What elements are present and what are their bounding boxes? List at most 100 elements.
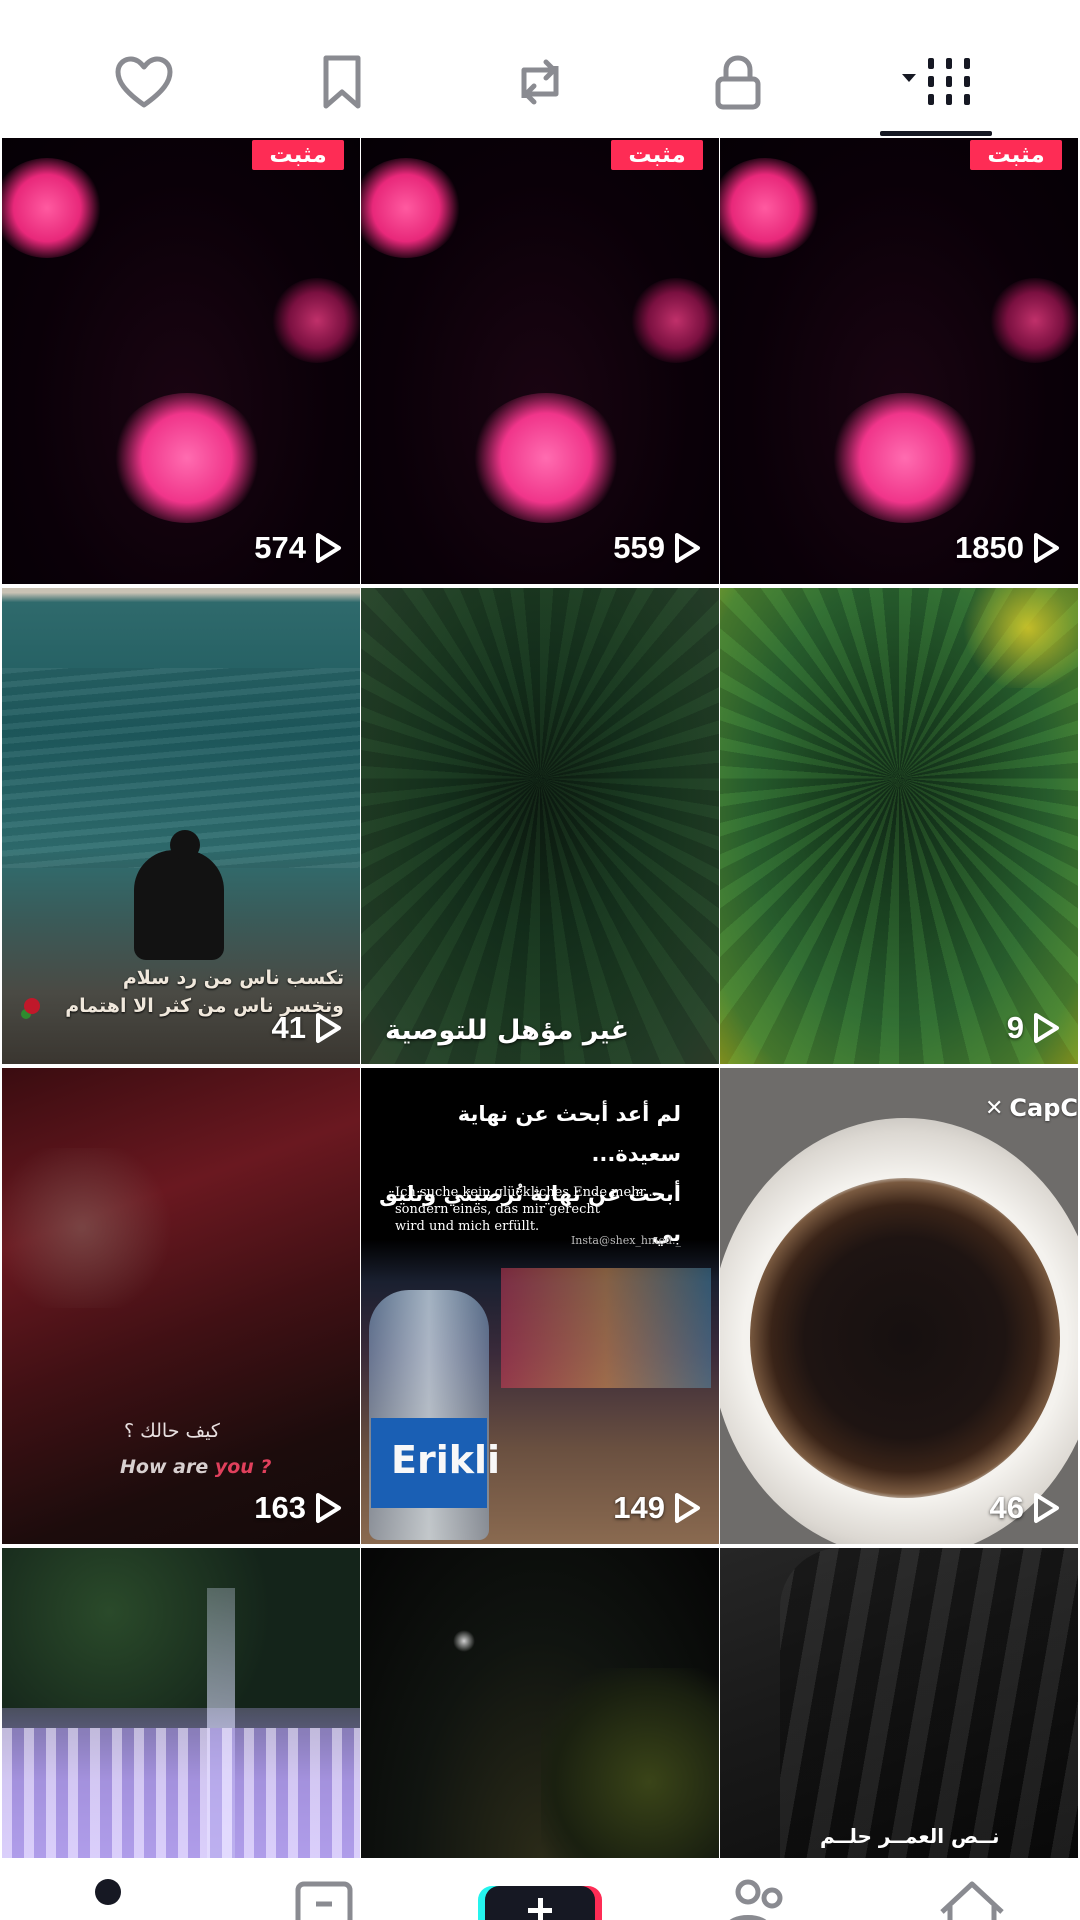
thumbnail-light [453, 1630, 475, 1652]
video-tile[interactable]: مثبت 1850 [720, 138, 1078, 584]
video-tile[interactable]: مثبت 574 [2, 138, 360, 584]
bottle-brand-text: Erikli [391, 1438, 501, 1482]
video-tile[interactable]: نــص العمــر حلــم [720, 1548, 1078, 1858]
view-count: 46 [990, 1486, 1060, 1530]
friends-icon [730, 1879, 783, 1920]
home-icon [940, 1881, 1004, 1920]
view-count-value: 574 [254, 530, 306, 565]
caption-line: sondern eines, das mir gerecht [395, 1202, 600, 1217]
lock-icon [715, 55, 761, 110]
thumbnail-foliage [541, 1668, 719, 1858]
video-caption-de: Ich suche kein glückliches Ende mehr... … [395, 1184, 657, 1235]
tab-private[interactable] [690, 42, 786, 122]
view-count-value: 41 [271, 1010, 306, 1045]
liked-heart-icon [115, 56, 173, 108]
grid-menu-icon [902, 58, 970, 105]
thumbnail-heart [720, 158, 820, 258]
tab-videos[interactable] [880, 42, 992, 122]
play-icon [673, 532, 701, 564]
view-count: 559 [613, 526, 701, 570]
nav-home[interactable] [932, 1878, 1012, 1920]
tab-favorites[interactable] [294, 42, 390, 122]
video-tile[interactable]: لم أعد أبحث عن نهاية سعيدة... أبحث عن نه… [361, 1068, 719, 1544]
view-count: 1850 [955, 526, 1060, 570]
video-grid: مثبت 574 مثبت 559 مثبت 1850 تكسب ناس من … [0, 136, 1080, 1860]
video-tile[interactable] [2, 1548, 360, 1858]
profile-icon [95, 1879, 121, 1905]
thumbnail-lights [501, 1268, 711, 1388]
thumbnail-figure [134, 850, 224, 960]
capcut-icon: ✕ [984, 1095, 1004, 1121]
thumbnail-fountain-spray [2, 1728, 360, 1858]
video-tile[interactable] [361, 1548, 719, 1858]
thumbnail-fabric [780, 1548, 1078, 1858]
nav-profile[interactable] [68, 1878, 148, 1920]
view-count: 9 [1007, 1006, 1060, 1050]
create-plus-icon [528, 1898, 552, 1920]
inbox-icon [295, 1881, 353, 1920]
video-caption-en: How are you ? [120, 1456, 271, 1478]
pinned-badge: مثبت [252, 140, 344, 170]
view-count: 163 [254, 1486, 342, 1530]
view-count: 149 [613, 1486, 701, 1530]
video-tile[interactable]: تكسب ناس من رد سلام وتخسر ناس من كثر الا… [2, 588, 360, 1064]
play-icon [1032, 532, 1060, 564]
thumbnail-heart [830, 393, 980, 523]
thumbnail-heart [2, 158, 102, 258]
play-icon [673, 1492, 701, 1524]
thumbnail-blur [2, 1148, 182, 1308]
thumbnail-heart [990, 278, 1078, 363]
play-icon [314, 1492, 342, 1524]
view-count-value: 149 [613, 1490, 665, 1525]
play-icon [1032, 1012, 1060, 1044]
view-count-value: 163 [254, 1490, 306, 1525]
thumbnail-highlight [958, 588, 1078, 688]
thumbnail-cup [750, 1178, 1060, 1498]
video-tile[interactable]: مثبت 559 [361, 138, 719, 584]
pinned-badge: مثبت [611, 140, 703, 170]
tab-reposts[interactable] [492, 42, 588, 122]
nav-create[interactable] [478, 1878, 602, 1920]
view-count-value: 1850 [955, 530, 1024, 565]
video-tile[interactable]: كيف حالك ؟ How are you ? 163 [2, 1068, 360, 1544]
view-count: 41 [272, 1006, 342, 1050]
video-tile[interactable]: غير مؤهل للتوصية [361, 588, 719, 1064]
thumbnail-heart [112, 393, 262, 523]
video-caption-ar: كيف حالك ؟ [124, 1420, 220, 1442]
watermark: ✕ CapC [985, 1094, 1078, 1122]
profile-tab-bar [0, 0, 1080, 136]
tab-liked[interactable] [96, 42, 192, 122]
caption-line: wird und mich erfüllt. [395, 1219, 540, 1234]
view-count: 574 [254, 526, 342, 570]
play-icon [1032, 1492, 1060, 1524]
not-eligible-label: غير مؤهل للتوصية [385, 1015, 630, 1046]
watermark-text: CapC [1009, 1094, 1078, 1122]
caption-en-part: How are [120, 1456, 215, 1478]
caption-line: تكسب ناس من رد سلام [122, 967, 344, 989]
thumbnail-heart [272, 278, 360, 363]
bottom-navigation [0, 1860, 1080, 1920]
caption-line: Ich suche kein glückliches Ende mehr... [395, 1185, 657, 1200]
nav-inbox[interactable] [284, 1878, 364, 1920]
video-caption: نــص العمــر حلــم [820, 1824, 1000, 1848]
play-icon [314, 532, 342, 564]
video-handle: Insta@shex_hmed._ [570, 1234, 681, 1247]
view-count-value: 46 [989, 1490, 1024, 1525]
thumbnail-heart [631, 278, 719, 363]
thumbnail-blur [361, 588, 719, 1064]
rose-icon [24, 998, 40, 1014]
view-count-value: 9 [1006, 1010, 1024, 1045]
video-tile[interactable]: ✕ CapC 46 [720, 1068, 1078, 1544]
thumbnail-heart [361, 158, 461, 258]
thumbnail-heart [471, 393, 621, 523]
thumbnail-figure-head [170, 830, 200, 860]
play-icon [314, 1012, 342, 1044]
view-count-value: 559 [613, 530, 665, 565]
repost-icon [521, 59, 559, 105]
caption-en-highlight: you ? [214, 1456, 272, 1478]
bookmark-icon [323, 55, 361, 109]
nav-friends[interactable] [718, 1878, 798, 1920]
thumbnail-trees [2, 1548, 360, 1708]
video-tile[interactable]: 9 [720, 588, 1078, 1064]
pinned-badge: مثبت [970, 140, 1062, 170]
